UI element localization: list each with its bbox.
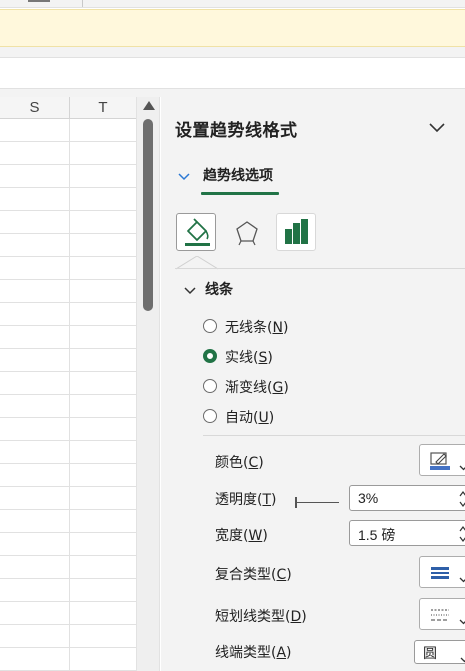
label-text: 短划线类型 [215, 609, 285, 625]
radio-label-text: 实线 [225, 350, 253, 366]
dash-type-dropdown-button[interactable] [419, 598, 465, 630]
access-key: N [272, 320, 283, 336]
worksheet-grid[interactable]: S T [0, 97, 136, 671]
vertical-scrollbar[interactable] [136, 97, 160, 671]
tab-label: 趋势线选项 [203, 168, 273, 184]
pane-title: 设置趋势线格式 [175, 121, 298, 141]
fill-line-category-button[interactable] [176, 213, 216, 251]
width-value[interactable]: 1.5 磅 [358, 525, 395, 545]
chevron-down-icon [460, 649, 465, 663]
dash-lines-icon [428, 605, 452, 625]
label-text: 复合类型 [215, 567, 271, 583]
chevron-down-icon [459, 569, 465, 583]
cap-type-select[interactable]: 圆 [414, 640, 465, 664]
radio-circle[interactable] [203, 409, 217, 423]
divider [175, 268, 465, 269]
radio-label: 实线(S) [225, 350, 273, 366]
radio-label: 自动(U) [225, 410, 275, 426]
chevron-down-icon[interactable] [427, 117, 447, 137]
ribbon-strip [0, 0, 465, 8]
section-label: 线条 [205, 282, 233, 298]
bar-chart-icon [277, 219, 317, 256]
chevron-down-icon [459, 457, 465, 471]
scroll-thumb[interactable] [143, 119, 153, 311]
ribbon-tab-indicator [28, 0, 50, 2]
access-key: T [262, 492, 272, 508]
compound-type-dropdown-button[interactable] [419, 556, 465, 588]
grid-cells[interactable] [0, 119, 136, 671]
pen-color-icon [428, 451, 452, 471]
chevron-down-icon [459, 611, 465, 625]
radio-circle[interactable] [203, 319, 217, 333]
label-text: 线端类型 [215, 645, 271, 661]
label-text: 颜色 [215, 455, 243, 471]
radio-label-text: 渐变线 [225, 380, 267, 396]
radio-label: 无线条(N) [225, 320, 289, 336]
access-key: S [258, 350, 268, 366]
pentagon-effects-icon [227, 221, 267, 255]
format-trendline-pane: 设置趋势线格式 趋势线选项 线条 无线条(N) 实线(S) 渐变线(G) 自动(… [161, 97, 465, 671]
divider [203, 435, 465, 436]
column-gridline [69, 119, 70, 671]
column-header-s[interactable]: S [0, 97, 70, 119]
radio-label-text: 自动 [225, 410, 253, 426]
width-label: 宽度(W) [215, 528, 268, 544]
chevron-down-icon [177, 169, 191, 183]
access-key: W [248, 528, 263, 544]
label-text: 宽度 [215, 528, 243, 544]
slider-track[interactable] [295, 502, 339, 503]
chevron-down-icon [183, 283, 197, 297]
access-key: A [276, 645, 287, 661]
paint-bucket-icon [177, 218, 217, 256]
trendline-options-category-button[interactable] [276, 213, 316, 251]
transparency-value[interactable]: 3% [358, 490, 378, 506]
access-key: C [276, 567, 287, 583]
slider-handle[interactable] [295, 497, 297, 508]
access-key: G [272, 380, 284, 396]
column-header-t[interactable]: T [70, 97, 136, 119]
compound-type-label: 复合类型(C) [215, 567, 292, 583]
radio-circle-checked[interactable] [203, 349, 217, 363]
access-key: C [248, 455, 259, 471]
access-key: D [290, 609, 302, 625]
effects-category-button[interactable] [227, 213, 267, 251]
access-key: U [258, 410, 269, 426]
transparency-spinner[interactable]: 3% [349, 485, 465, 511]
radio-label: 渐变线(G) [225, 380, 289, 396]
color-label: 颜色(C) [215, 455, 264, 471]
transparency-label: 透明度(T) [215, 492, 277, 508]
scroll-up-arrow-icon[interactable] [143, 101, 155, 110]
cap-type-value[interactable]: 圆 [423, 643, 437, 663]
transparency-slider[interactable] [293, 497, 341, 509]
radio-circle[interactable] [203, 379, 217, 393]
spin-arrows-icon[interactable] [458, 488, 465, 510]
dash-type-label: 短划线类型(D) [215, 609, 307, 625]
cap-type-label: 线端类型(A) [215, 645, 292, 661]
radio-label-text: 无线条 [225, 320, 267, 336]
width-spinner[interactable]: 1.5 磅 [349, 520, 465, 546]
color-dropdown-button[interactable] [419, 444, 465, 476]
ribbon-gap [0, 47, 465, 57]
spin-arrows-icon[interactable] [458, 523, 465, 545]
compound-lines-icon [428, 563, 452, 583]
formula-bar[interactable] [0, 57, 465, 89]
ribbon-separator [82, 0, 83, 7]
formula-gap [0, 89, 465, 97]
label-text: 透明度 [215, 492, 257, 508]
tab-active-indicator [201, 192, 279, 195]
message-bar [0, 9, 465, 47]
